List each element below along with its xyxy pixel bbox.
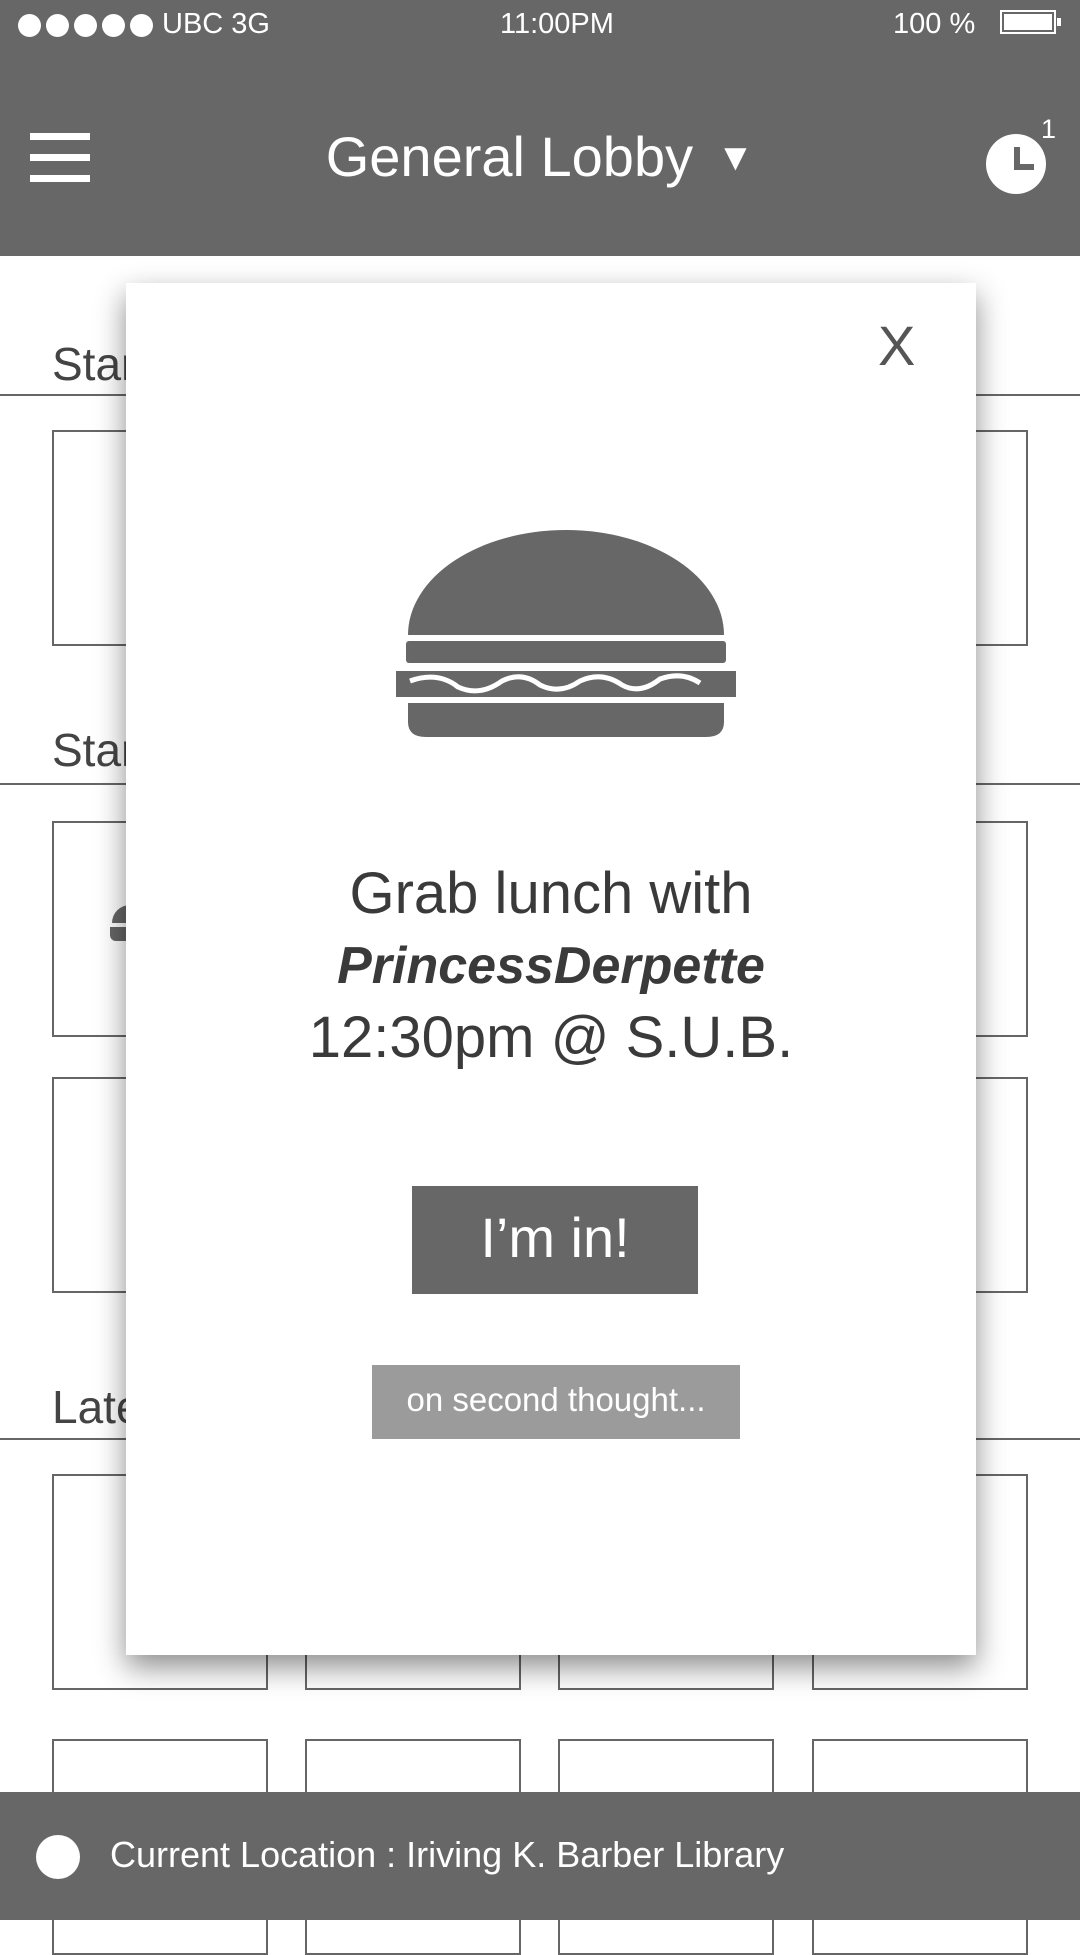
app-header: General Lobby ▼ 1 [0,50,1080,256]
notification-badge: 1 [1041,114,1057,144]
invite-message: Grab lunch with PrincessDerpette 12:30pm… [126,858,976,1074]
battery-percent: 100 % [893,8,976,40]
im-in-button[interactable]: I’m in! [412,1186,698,1294]
section-title: Star [52,338,137,390]
lobby-selector[interactable]: General Lobby ▼ [0,124,1080,189]
burger-icon [396,530,736,737]
section-title: Star [52,724,137,776]
lobby-title: General Lobby [325,125,694,188]
signal-strength-icon [18,14,153,37]
carrier-label: UBC 3G [162,8,270,40]
status-time: 11:00PM [500,8,614,40]
decline-button[interactable]: on second thought... [372,1365,740,1439]
clock-icon[interactable] [986,134,1046,194]
invite-line-username: PrincessDerpette [337,937,765,995]
location-icon [36,1835,80,1879]
dropdown-caret-icon: ▼ [716,137,755,179]
invite-line-activity: Grab lunch with [349,861,753,926]
close-button[interactable]: X [878,313,915,378]
status-bar: UBC 3G 11:00PM 100 % [0,0,1080,50]
current-location-text: Current Location : Iriving K. Barber Lib… [110,1834,785,1875]
battery-icon [1000,10,1061,34]
invite-line-time-place: 12:30pm @ S.U.B. [308,1005,794,1070]
invite-modal: X Grab lunch with PrincessDerpette 12:30… [126,283,976,1655]
location-footer[interactable]: Current Location : Iriving K. Barber Lib… [0,1792,1080,1920]
